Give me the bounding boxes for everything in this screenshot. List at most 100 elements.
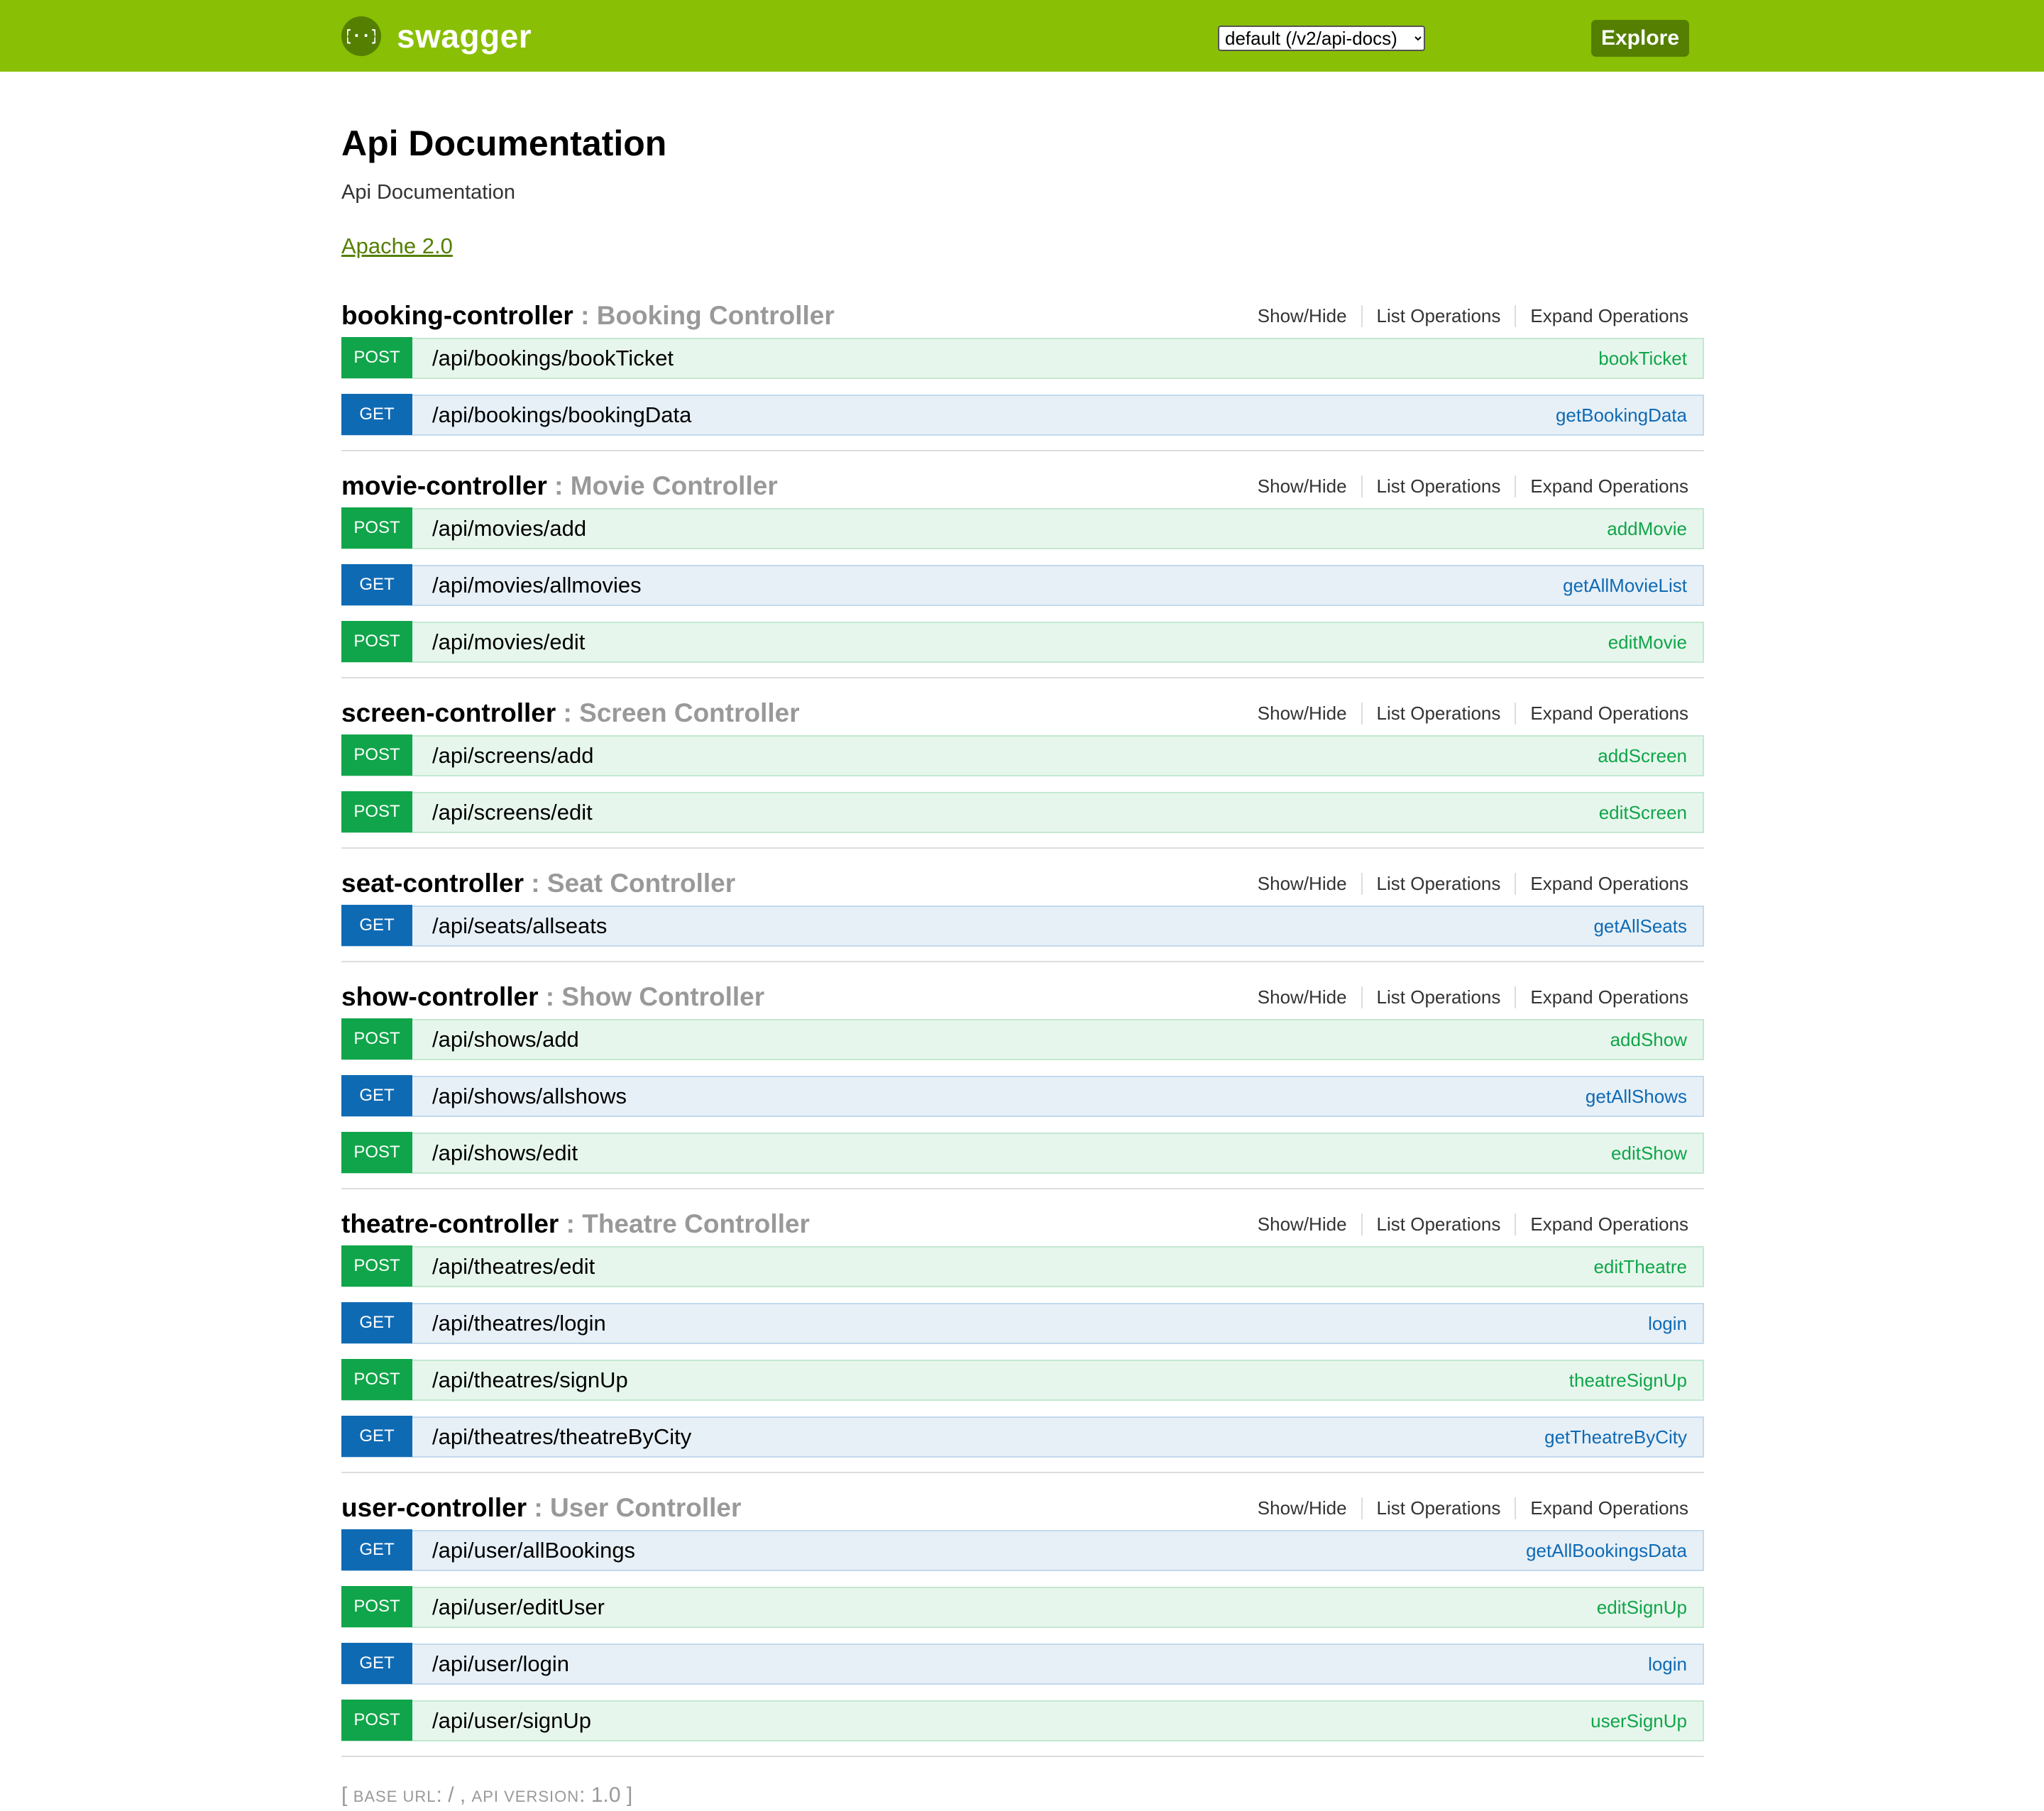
- operation-row[interactable]: POST/api/screens/add addScreen: [341, 734, 1704, 776]
- show-hide-link[interactable]: Show/Hide: [1243, 305, 1361, 327]
- operation-nickname[interactable]: getBookingData: [1556, 404, 1687, 426]
- operation-row[interactable]: POST/api/theatres/signUp theatreSignUp: [341, 1359, 1704, 1401]
- http-method-badge[interactable]: GET: [341, 1416, 412, 1457]
- http-method-badge[interactable]: POST: [341, 1700, 412, 1741]
- http-method-badge[interactable]: GET: [341, 1302, 412, 1343]
- list-operations-link[interactable]: List Operations: [1361, 986, 1515, 1008]
- operation-row[interactable]: GET/api/movies/allmovies getAllMovieList: [341, 564, 1704, 606]
- operation-path[interactable]: /api/bookings/bookTicket: [432, 346, 674, 371]
- operation-nickname[interactable]: addMovie: [1607, 518, 1687, 540]
- resource-name[interactable]: booking-controller: [341, 301, 573, 330]
- operation-row[interactable]: POST/api/bookings/bookTicket bookTicket: [341, 337, 1704, 379]
- operation-path[interactable]: /api/theatres/login: [432, 1311, 606, 1336]
- resource-title[interactable]: user-controller : User Controller: [341, 1493, 741, 1523]
- http-method-badge[interactable]: GET: [341, 564, 412, 605]
- resource-name[interactable]: seat-controller: [341, 869, 524, 898]
- http-method-badge[interactable]: POST: [341, 1586, 412, 1627]
- expand-operations-link[interactable]: Expand Operations: [1515, 873, 1688, 895]
- operation-row[interactable]: POST/api/user/signUp userSignUp: [341, 1700, 1704, 1741]
- http-method-badge[interactable]: POST: [341, 1359, 412, 1400]
- operation-nickname[interactable]: addScreen: [1598, 745, 1687, 767]
- operation-row[interactable]: GET/api/theatres/login login: [341, 1302, 1704, 1344]
- resource-name[interactable]: user-controller: [341, 1493, 527, 1522]
- operation-path[interactable]: /api/user/allBookings: [432, 1538, 635, 1563]
- operation-nickname[interactable]: editShow: [1611, 1143, 1687, 1165]
- http-method-badge[interactable]: GET: [341, 394, 412, 435]
- explore-button[interactable]: Explore: [1591, 20, 1689, 57]
- operation-path[interactable]: /api/user/signUp: [432, 1708, 591, 1734]
- list-operations-link[interactable]: List Operations: [1361, 703, 1515, 725]
- show-hide-link[interactable]: Show/Hide: [1243, 986, 1361, 1008]
- operation-row[interactable]: POST/api/theatres/edit editTheatre: [341, 1245, 1704, 1287]
- expand-operations-link[interactable]: Expand Operations: [1515, 1497, 1688, 1519]
- http-method-badge[interactable]: POST: [341, 507, 412, 549]
- expand-operations-link[interactable]: Expand Operations: [1515, 703, 1688, 725]
- list-operations-link[interactable]: List Operations: [1361, 1213, 1515, 1235]
- operation-row[interactable]: POST/api/user/editUser editSignUp: [341, 1586, 1704, 1628]
- show-hide-link[interactable]: Show/Hide: [1243, 873, 1361, 895]
- operation-path[interactable]: /api/movies/allmovies: [432, 573, 642, 598]
- resource-title[interactable]: booking-controller : Booking Controller: [341, 301, 835, 331]
- operation-path[interactable]: /api/bookings/bookingData: [432, 402, 691, 428]
- operation-row[interactable]: GET/api/shows/allshows getAllShows: [341, 1075, 1704, 1117]
- operation-row[interactable]: POST/api/movies/add addMovie: [341, 507, 1704, 549]
- operation-nickname[interactable]: getAllShows: [1586, 1086, 1687, 1108]
- operation-nickname[interactable]: login: [1648, 1313, 1687, 1335]
- expand-operations-link[interactable]: Expand Operations: [1515, 475, 1688, 497]
- show-hide-link[interactable]: Show/Hide: [1243, 1497, 1361, 1519]
- http-method-badge[interactable]: POST: [341, 337, 412, 378]
- operation-row[interactable]: GET/api/user/login login: [341, 1643, 1704, 1685]
- operation-path[interactable]: /api/movies/edit: [432, 629, 585, 655]
- http-method-badge[interactable]: POST: [341, 1132, 412, 1173]
- operation-nickname[interactable]: getAllBookingsData: [1526, 1540, 1687, 1562]
- resource-title[interactable]: screen-controller : Screen Controller: [341, 698, 800, 728]
- operation-path[interactable]: /api/movies/add: [432, 516, 586, 541]
- operation-row[interactable]: POST/api/shows/edit editShow: [341, 1132, 1704, 1174]
- show-hide-link[interactable]: Show/Hide: [1243, 475, 1361, 497]
- operation-path[interactable]: /api/seats/allseats: [432, 913, 607, 939]
- operation-path[interactable]: /api/shows/edit: [432, 1140, 578, 1166]
- list-operations-link[interactable]: List Operations: [1361, 305, 1515, 327]
- operation-nickname[interactable]: login: [1648, 1653, 1687, 1675]
- operation-row[interactable]: POST/api/movies/edit editMovie: [341, 621, 1704, 663]
- operation-nickname[interactable]: editScreen: [1599, 802, 1687, 824]
- operation-nickname[interactable]: editMovie: [1608, 632, 1687, 654]
- operation-nickname[interactable]: getAllSeats: [1593, 915, 1687, 937]
- operation-nickname[interactable]: getAllMovieList: [1563, 575, 1687, 597]
- operation-path[interactable]: /api/theatres/edit: [432, 1254, 595, 1279]
- show-hide-link[interactable]: Show/Hide: [1243, 703, 1361, 725]
- http-method-badge[interactable]: GET: [341, 1529, 412, 1570]
- operation-row[interactable]: GET/api/seats/allseats getAllSeats: [341, 905, 1704, 947]
- expand-operations-link[interactable]: Expand Operations: [1515, 1213, 1688, 1235]
- operation-path[interactable]: /api/shows/add: [432, 1027, 579, 1052]
- operation-row[interactable]: GET/api/user/allBookings getAllBookingsDa…: [341, 1529, 1704, 1571]
- operation-row[interactable]: POST/api/shows/add addShow: [341, 1018, 1704, 1060]
- operation-path[interactable]: /api/screens/edit: [432, 800, 593, 825]
- http-method-badge[interactable]: GET: [341, 1643, 412, 1684]
- operation-path[interactable]: /api/user/login: [432, 1651, 569, 1677]
- http-method-badge[interactable]: POST: [341, 1245, 412, 1287]
- operation-nickname[interactable]: editTheatre: [1593, 1256, 1687, 1278]
- http-method-badge[interactable]: GET: [341, 1075, 412, 1116]
- http-method-badge[interactable]: POST: [341, 734, 412, 776]
- swagger-logo[interactable]: {··} swagger: [341, 16, 532, 56]
- operation-path[interactable]: /api/theatres/theatreByCity: [432, 1424, 691, 1450]
- operation-nickname[interactable]: theatreSignUp: [1569, 1370, 1687, 1392]
- list-operations-link[interactable]: List Operations: [1361, 1497, 1515, 1519]
- http-method-badge[interactable]: GET: [341, 905, 412, 946]
- resource-title[interactable]: movie-controller : Movie Controller: [341, 471, 778, 501]
- resource-name[interactable]: show-controller: [341, 982, 539, 1011]
- operation-nickname[interactable]: userSignUp: [1590, 1710, 1687, 1732]
- operation-row[interactable]: GET/api/bookings/bookingData getBookingDa…: [341, 394, 1704, 436]
- list-operations-link[interactable]: List Operations: [1361, 873, 1515, 895]
- operation-row[interactable]: POST/api/screens/edit editScreen: [341, 791, 1704, 833]
- list-operations-link[interactable]: List Operations: [1361, 475, 1515, 497]
- resource-title[interactable]: theatre-controller : Theatre Controller: [341, 1209, 810, 1239]
- expand-operations-link[interactable]: Expand Operations: [1515, 305, 1688, 327]
- license-link[interactable]: Apache 2.0: [341, 233, 453, 259]
- http-method-badge[interactable]: POST: [341, 791, 412, 832]
- show-hide-link[interactable]: Show/Hide: [1243, 1213, 1361, 1235]
- resource-name[interactable]: screen-controller: [341, 698, 556, 727]
- expand-operations-link[interactable]: Expand Operations: [1515, 986, 1688, 1008]
- operation-path[interactable]: /api/screens/add: [432, 743, 593, 769]
